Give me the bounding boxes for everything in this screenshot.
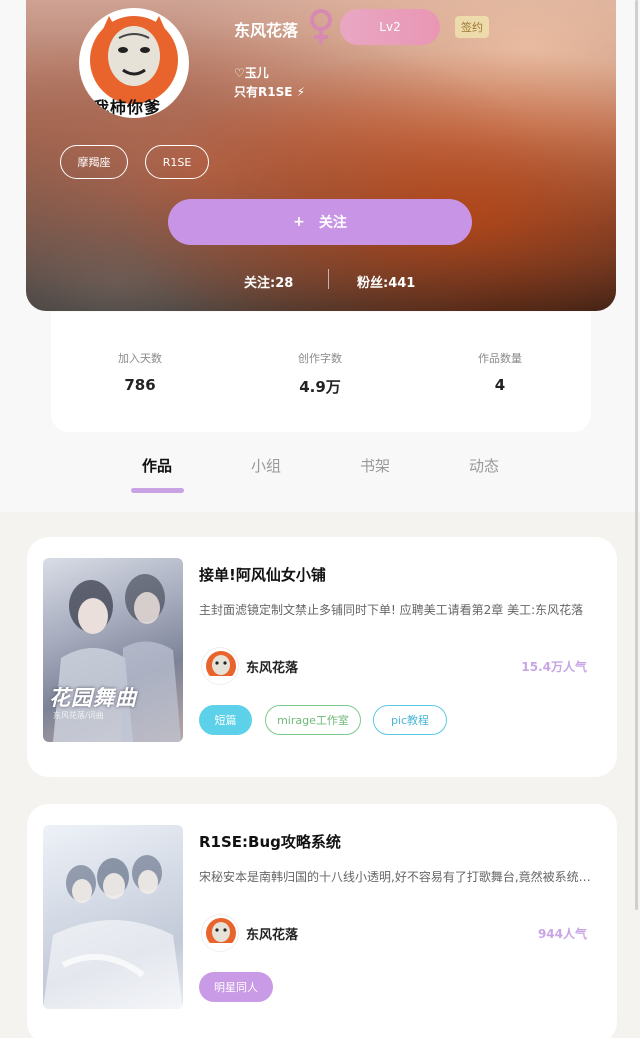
stat-label: 创作字数 (298, 352, 342, 365)
tab-works[interactable]: 作品 (122, 455, 192, 476)
bio-line-2: 只有R1SE ⚡ (234, 85, 306, 99)
bio-line-1: ♡玉儿 (234, 66, 269, 80)
stat-value: 786 (124, 376, 156, 394)
book-card[interactable]: 花园舞曲 东风花落/词曲 接单!阿风仙女小铺 主封面滤镜定制文禁止多铺同时下单!… (27, 537, 617, 777)
scrollbar[interactable] (635, 0, 638, 910)
book-card[interactable]: R1SE:Bug攻略系统 宋秘安本是南韩归国的十八线小透明,好不容易有了打歌舞台… (27, 804, 617, 1038)
stat-works-count: 作品数量 4 (440, 350, 560, 394)
tag-zodiac[interactable]: 摩羯座 (60, 145, 128, 179)
follow-button[interactable]: + 关注 (168, 199, 472, 245)
user-name: 东风花落 (234, 21, 299, 40)
author-avatar-image (206, 918, 236, 950)
book-title[interactable]: 接单!阿风仙女小铺 (199, 564, 326, 585)
tab-groups[interactable]: 小组 (231, 455, 301, 476)
tag-chip[interactable]: mirage工作室 (265, 705, 361, 735)
author-avatar-image (206, 651, 236, 683)
book-cover[interactable]: 花园舞曲 东风花落/词曲 (43, 558, 183, 742)
tag-group[interactable]: R1SE (145, 145, 209, 179)
stat-value: 4.9万 (299, 378, 341, 396)
fans-count[interactable]: 粉丝:441 (357, 272, 415, 291)
author-avatar[interactable] (201, 647, 239, 685)
cover-subtitle: 东风花落/词曲 (53, 711, 104, 720)
stat-word-count: 创作字数 4.9万 (260, 350, 380, 397)
book-cover[interactable] (43, 825, 183, 1009)
avatar[interactable]: 我柿你爹 (79, 8, 189, 118)
follow-button-label: 关注 (318, 215, 347, 231)
stat-label: 作品数量 (478, 352, 522, 365)
signed-badge: 签约 (455, 16, 489, 38)
stat-value: 4 (494, 376, 506, 394)
stats-card: 加入天数 786 创作字数 4.9万 作品数量 4 (51, 312, 591, 432)
popularity-count: 15.4万人气 (521, 660, 587, 674)
tab-indicator (131, 488, 184, 493)
tab-bookshelf[interactable]: 书架 (340, 455, 410, 476)
divider (328, 269, 329, 289)
stat-join-days: 加入天数 786 (80, 350, 200, 394)
stat-label: 加入天数 (118, 352, 162, 365)
book-description: 主封面滤镜定制文禁止多铺同时下单! 应聘美工请看第2章 美工:东风花落 (199, 603, 584, 617)
author-name[interactable]: 东风花落 (246, 657, 298, 676)
cover-art (43, 855, 183, 1009)
level-badge[interactable]: Lv2 (340, 9, 440, 45)
book-description: 宋秘安本是南韩归国的十八线小透明,好不容易有了打歌舞台,竟然被系统绑定 (199, 870, 601, 884)
tag-chip[interactable]: 短篇 (199, 705, 252, 735)
tab-activity[interactable]: 动态 (449, 455, 519, 476)
tag-chip[interactable]: 明星同人 (199, 972, 273, 1002)
cover-title: 花园舞曲 (49, 686, 137, 710)
popularity-count: 944人气 (537, 927, 587, 941)
female-gender-icon (308, 8, 334, 50)
tag-chip[interactable]: pic教程 (373, 705, 447, 735)
plus-icon: + (293, 214, 305, 230)
avatar-caption: 我柿你爹 (93, 98, 162, 117)
author-name[interactable]: 东风花落 (246, 924, 298, 943)
following-count[interactable]: 关注:28 (244, 272, 293, 291)
author-avatar[interactable] (201, 914, 239, 952)
book-title[interactable]: R1SE:Bug攻略系统 (199, 831, 341, 852)
